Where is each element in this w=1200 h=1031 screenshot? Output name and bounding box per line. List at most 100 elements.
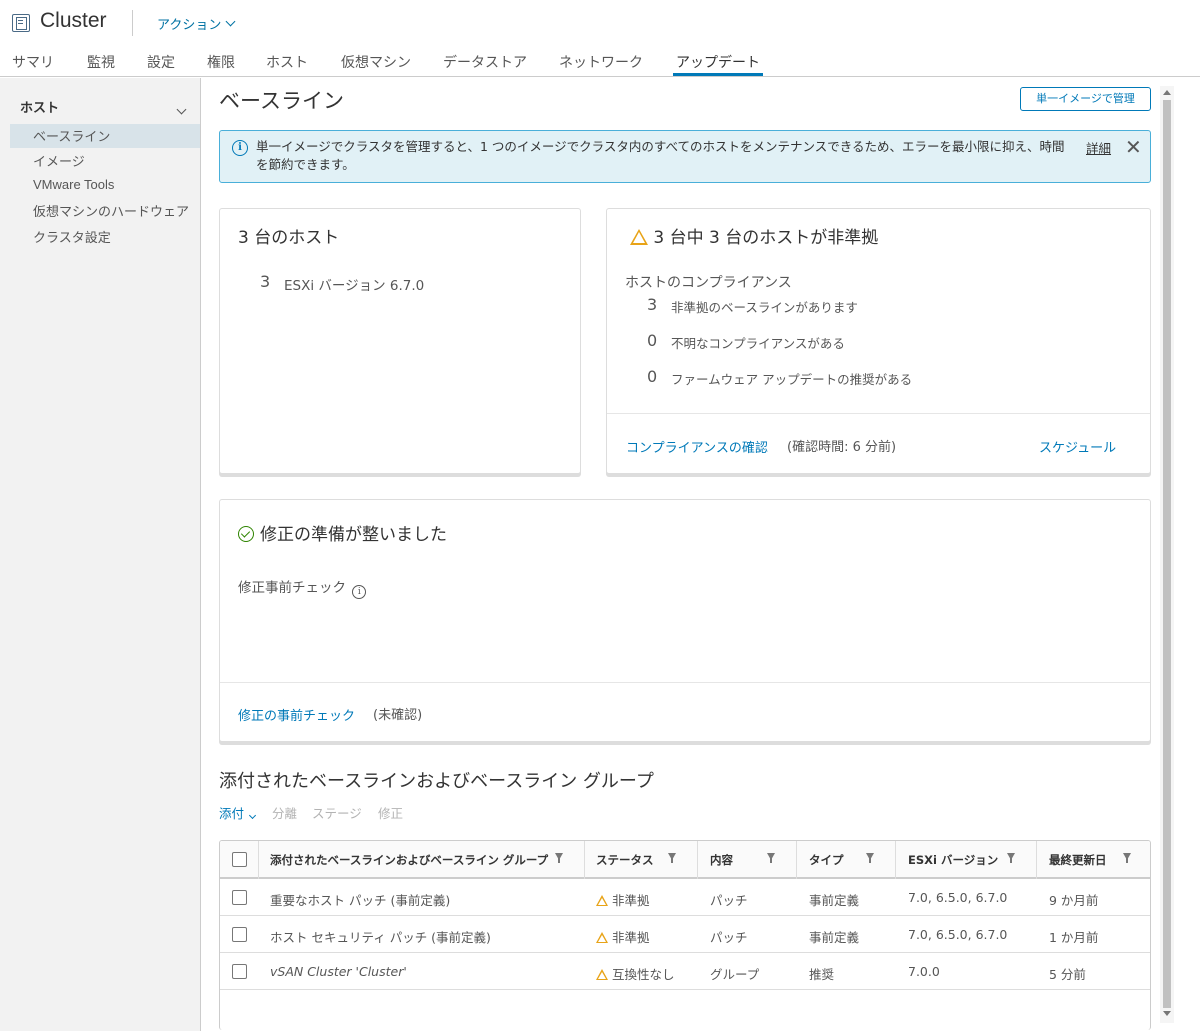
- status-text: 互換性なし: [611, 967, 675, 982]
- hosts-card-title: 3 台のホスト: [238, 228, 340, 248]
- info-icon[interactable]: i: [352, 585, 367, 599]
- attach-label: 添付: [219, 806, 245, 821]
- tab-permissions[interactable]: 権限: [207, 52, 235, 72]
- tab-hosts[interactable]: ホスト: [266, 52, 308, 72]
- updated-cell: 5 分前: [1049, 967, 1086, 982]
- chevron-down-icon[interactable]: [176, 98, 187, 117]
- baselines-grid: 添付されたベースラインおよびベースライン グループ ステータス 内容 タイプ E…: [219, 840, 1151, 1030]
- tab-monitor[interactable]: 監視: [87, 52, 115, 72]
- filter-icon[interactable]: [668, 853, 676, 863]
- scroll-up-icon[interactable]: [1163, 90, 1171, 95]
- esxi-version-label: ESXi バージョン 6.7.0: [284, 278, 425, 294]
- baseline-name: vSAN Cluster 'Cluster': [270, 964, 407, 979]
- content-cell: パッチ: [710, 893, 748, 908]
- tab-datastores[interactable]: データストア: [443, 52, 527, 72]
- status-cell: 互換性なし: [596, 964, 675, 983]
- schedule-link[interactable]: スケジュール: [1039, 437, 1116, 456]
- manage-with-single-image-button[interactable]: 単一イメージで管理: [1020, 87, 1151, 111]
- filter-icon[interactable]: [767, 853, 775, 863]
- filter-icon[interactable]: [866, 853, 874, 863]
- table-row[interactable]: ホスト セキュリティ パッチ (事前定義) 非準拠 パッチ 事前定義 7.0, …: [220, 916, 1150, 953]
- row-checkbox[interactable]: [232, 927, 247, 942]
- scroll-down-icon[interactable]: [1163, 1011, 1171, 1016]
- scrollbar-thumb[interactable]: [1163, 100, 1171, 1008]
- vertical-scrollbar[interactable]: [1160, 86, 1174, 1023]
- warning-icon: [596, 895, 608, 906]
- card-divider: [220, 682, 1150, 683]
- info-icon: i: [232, 140, 248, 156]
- warning-icon: [596, 932, 608, 943]
- noncompliant-count: 3: [647, 295, 658, 314]
- row-checkbox[interactable]: [232, 964, 247, 979]
- filter-icon[interactable]: [555, 853, 563, 863]
- compliance-title-text: 3 台中 3 台のホストが非準拠: [653, 228, 879, 248]
- status-text: 非準拠: [611, 930, 650, 945]
- attach-button[interactable]: 添付: [219, 803, 257, 822]
- precheck-status: (未確認): [373, 708, 423, 723]
- warning-icon: [630, 229, 648, 245]
- tab-vms[interactable]: 仮想マシン: [341, 52, 411, 72]
- actions-label: アクション: [157, 18, 222, 33]
- sidebar-item-baselines[interactable]: ベースライン: [33, 126, 110, 145]
- remediation-title-text: 修正の準備が整いました: [260, 525, 447, 545]
- active-tab-indicator: [673, 73, 763, 76]
- sidebar-item-vm-hardware[interactable]: 仮想マシンのハードウェア: [33, 201, 189, 220]
- compliance-card-title: 3 台中 3 台のホストが非準拠: [630, 223, 878, 248]
- col-header-type[interactable]: タイプ: [809, 852, 844, 868]
- filter-icon[interactable]: [1123, 853, 1131, 863]
- col-header-last-updated[interactable]: 最終更新日: [1049, 852, 1107, 868]
- sidebar-item-vmware-tools[interactable]: VMware Tools: [33, 177, 114, 192]
- stage-button[interactable]: ステージ: [312, 803, 362, 822]
- tab-updates[interactable]: アップデート: [676, 52, 760, 72]
- remediate-button[interactable]: 修正: [378, 803, 403, 822]
- remediation-card-title: 修正の準備が整いました: [238, 520, 447, 545]
- tab-configure[interactable]: 設定: [147, 52, 175, 72]
- detach-button[interactable]: 分離: [272, 803, 297, 822]
- sidebar-item-cluster-settings[interactable]: クラスタ設定: [33, 227, 111, 246]
- precheck-label-text: 修正事前チェック: [238, 580, 346, 596]
- col-header-esxi-version[interactable]: ESXi バージョン: [908, 852, 998, 868]
- object-title: Cluster: [40, 9, 107, 32]
- sidebar-item-image[interactable]: イメージ: [33, 151, 85, 170]
- table-row[interactable]: 重要なホスト パッチ (事前定義) 非準拠 パッチ 事前定義 7.0, 6.5.…: [220, 879, 1150, 916]
- filter-icon[interactable]: [1007, 853, 1015, 863]
- type-cell: 事前定義: [809, 893, 860, 908]
- row-checkbox[interactable]: [232, 890, 247, 905]
- baseline-name: 重要なホスト パッチ (事前定義): [270, 893, 451, 908]
- col-header-name[interactable]: 添付されたベースラインおよびベースライン グループ: [270, 852, 548, 868]
- tab-bar: サマリ 監視 設定 権限 ホスト 仮想マシン データストア ネットワーク アップ…: [0, 44, 1200, 77]
- close-icon[interactable]: ✕: [1125, 137, 1142, 157]
- attached-section-title: 添付されたベースラインおよびベースライン グループ: [219, 771, 654, 792]
- content-cell: グループ: [710, 967, 760, 982]
- info-alert: i 単一イメージでクラスタを管理すると、1 つのイメージでクラスタ内のすべてのホ…: [219, 130, 1151, 183]
- col-header-content[interactable]: 内容: [710, 852, 733, 868]
- warning-icon: [596, 969, 608, 980]
- table-row[interactable]: vSAN Cluster 'Cluster' 互換性なし グループ 推奨 7.0…: [220, 953, 1150, 990]
- alert-text: 単一イメージでクラスタを管理すると、1 つのイメージでクラスタ内のすべてのホスト…: [256, 139, 1065, 172]
- check-circle-icon: [238, 526, 254, 542]
- updated-cell: 9 か月前: [1049, 893, 1099, 908]
- unknown-label: 不明なコンプライアンスがある: [671, 336, 845, 351]
- type-cell: 推奨: [809, 967, 835, 982]
- card-divider: [607, 413, 1150, 414]
- actions-menu[interactable]: アクション: [157, 14, 236, 33]
- host-compliance-label: ホストのコンプライアンス: [625, 275, 792, 291]
- check-compliance-link[interactable]: コンプライアンスの確認: [626, 437, 768, 456]
- alert-details-link[interactable]: 詳細: [1086, 138, 1111, 157]
- col-header-status[interactable]: ステータス: [596, 852, 654, 868]
- baseline-name: ホスト セキュリティ パッチ (事前定義): [270, 930, 491, 945]
- select-all-checkbox[interactable]: [232, 852, 247, 867]
- version-cell: 7.0, 6.5.0, 6.7.0: [908, 890, 1008, 905]
- status-cell: 非準拠: [596, 890, 650, 909]
- type-cell: 事前定義: [809, 930, 860, 945]
- unknown-count: 0: [647, 331, 658, 350]
- firmware-count: 0: [647, 367, 658, 386]
- noncompliant-label: 非準拠のベースラインがあります: [671, 300, 858, 315]
- header-divider: [132, 10, 133, 36]
- sidebar-heading[interactable]: ホスト: [20, 97, 59, 116]
- tab-networks[interactable]: ネットワーク: [559, 52, 643, 72]
- cluster-icon: [12, 14, 30, 32]
- tab-summary[interactable]: サマリ: [12, 52, 54, 72]
- object-header: Cluster アクション: [0, 0, 1200, 44]
- precheck-link[interactable]: 修正の事前チェック: [238, 705, 355, 724]
